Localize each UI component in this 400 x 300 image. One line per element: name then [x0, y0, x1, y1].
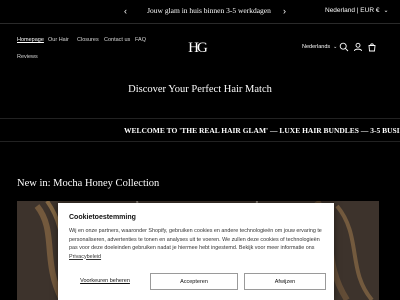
- nav-item-homepage[interactable]: Homepage: [17, 36, 44, 44]
- site-logo[interactable]: HG: [186, 36, 208, 60]
- cookie-dialog-body: Wij en onze partners, waaronder Shopify,…: [69, 227, 327, 261]
- account-icon[interactable]: [353, 42, 363, 52]
- manage-preferences-button[interactable]: Voorkeuren beheren: [69, 273, 141, 290]
- announcement-bar: ‹ Jouw glam in huis binnen 3-5 werkdagen…: [0, 0, 400, 24]
- hero-title: Discover Your Perfect Hair Match: [128, 84, 272, 95]
- accept-button[interactable]: Accepteren: [150, 273, 238, 290]
- language-label: Nederlands: [302, 44, 331, 50]
- nav-item-our-hair[interactable]: Our Hair: [48, 36, 69, 44]
- scrolling-banner: WELCOME TO 'THE REAL HAIR GLAM' — LUXE H…: [0, 118, 400, 142]
- nav-item-faq[interactable]: FAQ: [135, 36, 146, 44]
- search-icon[interactable]: [339, 42, 349, 52]
- chevron-down-icon: ⌄: [333, 44, 338, 50]
- nav-item-closures[interactable]: Closures: [77, 36, 99, 44]
- cookie-dialog-title: Cookietoestemming: [69, 214, 136, 221]
- cookie-consent-dialog: Cookietoestemming Wij en onze partners, …: [58, 203, 334, 300]
- chevron-left-icon[interactable]: ‹: [124, 6, 127, 16]
- collection-title: New in: Mocha Honey Collection: [17, 178, 160, 189]
- country-currency-label: Nederland | EUR €: [325, 7, 380, 14]
- privacy-policy-link[interactable]: Privacybeleid: [69, 254, 101, 260]
- language-selector[interactable]: Nederlands ⌄: [302, 43, 337, 51]
- cart-icon[interactable]: [367, 42, 377, 52]
- country-currency-selector[interactable]: Nederland | EUR € ⌄: [325, 6, 388, 16]
- chevron-down-icon: ⌄: [383, 8, 389, 14]
- nav-item-contact-us[interactable]: Contact us: [104, 36, 130, 44]
- reject-button[interactable]: Afwijzen: [244, 273, 326, 290]
- chevron-right-icon[interactable]: ›: [283, 6, 286, 16]
- nav-item-reviews[interactable]: Reviews: [17, 53, 38, 61]
- cookie-dialog-text: Wij en onze partners, waaronder Shopify,…: [69, 228, 322, 251]
- announcement-message: Jouw glam in huis binnen 3-5 werkdagen: [147, 6, 271, 15]
- scrolling-banner-text: WELCOME TO 'THE REAL HAIR GLAM' — LUXE H…: [124, 126, 400, 135]
